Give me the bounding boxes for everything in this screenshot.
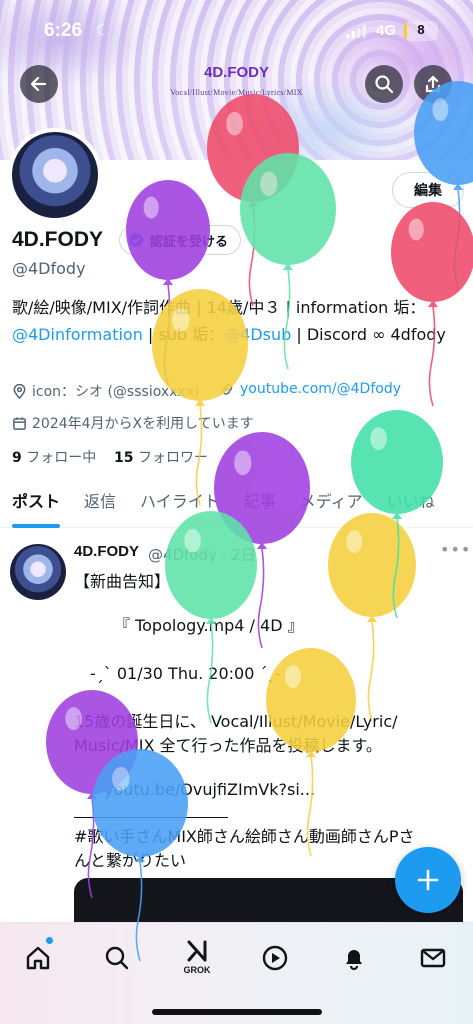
- grok-icon: [187, 940, 207, 962]
- tweet-text-line: 【新曲告知】: [74, 572, 171, 591]
- bio-link-information[interactable]: @4Dinformation: [12, 325, 143, 344]
- notification-dot: [46, 937, 53, 944]
- signal-icon: [346, 25, 366, 38]
- grok-label: GROK: [183, 965, 211, 975]
- following-label: フォロー中: [26, 450, 97, 466]
- profile-tabs: ポスト 返信 ハイライト 記事 メディア いいね: [0, 478, 473, 528]
- profile-avatar[interactable]: [8, 128, 102, 222]
- tweet-text-line: 『 Topology.mp4 / 4D 』: [74, 616, 304, 635]
- status-time: 6:26: [44, 20, 83, 41]
- nav-video[interactable]: [255, 938, 295, 978]
- plus-icon: [417, 869, 439, 891]
- bell-icon: [346, 950, 362, 971]
- home-icon: [26, 946, 50, 970]
- icon-credit: icon：シオ (@sssioxxxx): [12, 381, 199, 401]
- followers-link[interactable]: 15 フォロワー: [114, 450, 208, 466]
- nav-messages[interactable]: [413, 938, 453, 978]
- profile-handle: @4Dfody: [12, 259, 86, 278]
- tweet-text-line: Music/MIX 全て行った作品を投稿します。: [74, 736, 382, 755]
- join-date: 2024年4月からXを利用しています: [12, 413, 254, 433]
- get-verified-button[interactable]: 認証を受ける: [119, 225, 242, 255]
- tab-articles[interactable]: 記事: [232, 478, 288, 527]
- battery-icon: 8: [404, 21, 438, 41]
- link-icon: [222, 383, 233, 395]
- moon-icon: ☾: [96, 21, 110, 39]
- arrow-left-icon: [30, 76, 47, 92]
- tweet-avatar[interactable]: [10, 544, 66, 600]
- following-link[interactable]: 9 フォロー中: [12, 450, 96, 466]
- profile-bio: 歌/絵/映像/MIX/作詞作曲 | 14歳/中３ | information 垢…: [12, 294, 467, 348]
- following-count: 9: [12, 450, 22, 466]
- search-button[interactable]: [365, 65, 403, 103]
- tweet-divider: [74, 817, 228, 818]
- balloon: [328, 513, 416, 722]
- edit-profile-button[interactable]: 編集: [392, 172, 464, 208]
- calendar-icon: [13, 416, 26, 430]
- nav-search[interactable]: [97, 938, 137, 978]
- tweet-text-line: 15歳の誕生日に、 Vocal/Illust/Movie/Lyric/: [74, 712, 398, 731]
- tweet-handle-time: @4Dfody · 2日: [148, 546, 256, 564]
- bio-text: | sub 垢：: [142, 325, 225, 344]
- follow-stats: 9 フォロー中 15 フォロワー: [12, 447, 208, 467]
- bio-link-sub[interactable]: @4Dsub: [224, 325, 291, 344]
- share-button[interactable]: [414, 65, 452, 103]
- balloon: [126, 180, 210, 385]
- share-icon: [425, 75, 441, 93]
- compose-button[interactable]: [395, 847, 461, 913]
- tweet-text-line: -ˏˋ 01/30 Thu. 20:00 ˊˎ-: [74, 664, 282, 683]
- website-link[interactable]: youtube.com/@4Dfody: [220, 381, 401, 397]
- battery-level: 8: [417, 22, 425, 37]
- nav-notifications[interactable]: [334, 938, 374, 978]
- bottom-navigation: GROK: [0, 922, 473, 1024]
- search-icon: [375, 75, 394, 94]
- back-button[interactable]: [20, 65, 58, 103]
- more-options-icon[interactable]: •••: [440, 540, 471, 559]
- tab-replies[interactable]: 返信: [72, 478, 128, 527]
- tab-posts[interactable]: ポスト: [0, 478, 72, 528]
- play-icon: [262, 945, 288, 971]
- followers-count: 15: [114, 450, 134, 466]
- tweet-link[interactable]: youtu.be/OvujfiZImVk?si...: [104, 780, 315, 799]
- join-date-text: 2024年4月からXを利用しています: [32, 416, 254, 432]
- icon-credit-text: icon：シオ (@sssioxxxx): [32, 384, 200, 400]
- bio-text: | Discord ∞ 4dfody: [291, 325, 446, 344]
- network-label: 4G: [376, 22, 397, 39]
- location-icon: [13, 383, 26, 399]
- website-text[interactable]: youtube.com/@4Dfody: [240, 381, 401, 397]
- tab-highlights[interactable]: ハイライト: [128, 478, 232, 527]
- nav-home[interactable]: [18, 938, 58, 978]
- tweet-hashtag[interactable]: んと繋がりたい: [74, 847, 186, 871]
- tab-media[interactable]: メディア: [288, 478, 375, 527]
- home-indicator: [152, 1009, 322, 1015]
- tab-likes[interactable]: いいね: [375, 478, 447, 527]
- get-verified-label: 認証を受ける: [150, 234, 229, 250]
- display-name: 4D.FODY: [12, 228, 104, 251]
- tweet-hashtag[interactable]: #歌い手さんMIX師さん絵師さん動画師さんPさ: [74, 823, 415, 847]
- tweet-author[interactable]: 4D.FODY: [74, 543, 139, 560]
- search-icon: [105, 946, 129, 970]
- followers-label: フォロワー: [137, 450, 208, 466]
- bio-text: 歌/絵/映像/MIX/作詞作曲 | 14歳/中３ | information 垢…: [12, 298, 426, 317]
- verified-badge-icon: [129, 233, 143, 247]
- mail-icon: [420, 948, 446, 968]
